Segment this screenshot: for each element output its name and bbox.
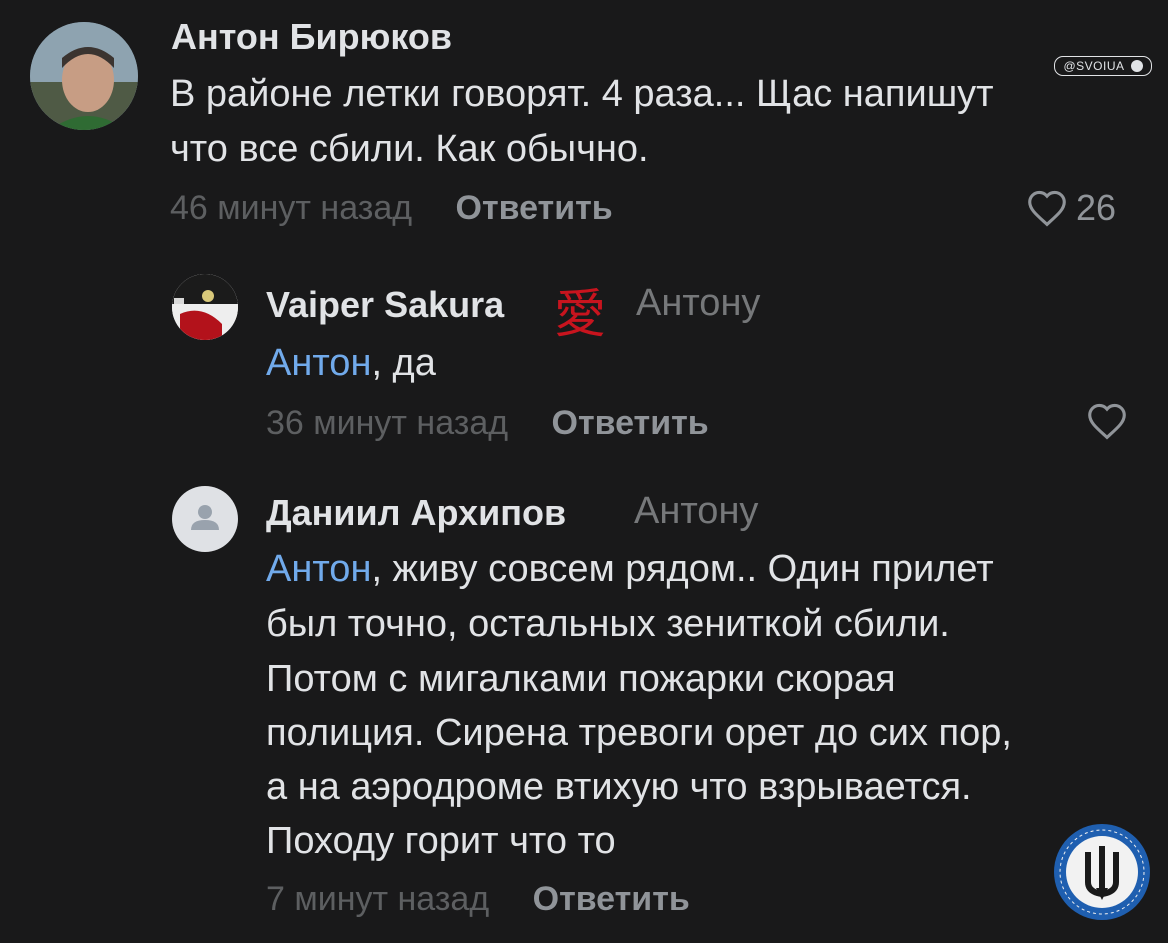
user-placeholder-icon (191, 505, 219, 530)
reply-button[interactable]: Ответить (552, 404, 709, 442)
like-button[interactable] (1086, 402, 1128, 440)
comment-text: , живу совсем рядом.. Один прилет (371, 548, 994, 590)
reply-comment-item: Vaiper Sakura 愛 Антону Антон, да 36 мину… (0, 260, 1168, 460)
avatar[interactable] (172, 274, 238, 340)
watermark-text: @SVOIUA (1063, 59, 1125, 73)
mention-link[interactable]: Антон (266, 548, 371, 590)
comment-text-line: Антон, живу совсем рядом.. Один прилет (266, 548, 994, 591)
comment-text-line: В районе летки говорят. 4 раза... Щас на… (170, 73, 994, 115)
comment-text-line: Антон, да (266, 342, 436, 385)
comment-text-line: полиция. Сирена тревоги орет до сих пор, (266, 712, 1012, 754)
timestamp: 46 минут назад (170, 189, 413, 227)
trident-logo (1052, 822, 1152, 922)
reply-button[interactable]: Ответить (533, 880, 690, 918)
avatar-photo (172, 274, 238, 340)
trident-logo-icon (1054, 824, 1150, 920)
comment-text-line: Походу горит что то (266, 820, 616, 862)
comment-text-line: Потом с мигалками пожарки скорая (266, 658, 896, 700)
telegram-icon (1130, 60, 1143, 72)
comment-meta: 46 минут назад Ответить (170, 189, 613, 228)
author-name[interactable]: Даниил Архипов (266, 492, 566, 534)
comment-text-line: а на аэродроме втихую что взрывается. (266, 766, 972, 808)
reply-comment-item: Даниил Архипов Антону Антон, живу совсем… (0, 470, 1168, 943)
comment-item: Антон Бирюков В районе летки говорят. 4 … (0, 0, 1168, 240)
comment-meta: 36 минут назад Ответить (266, 404, 709, 443)
comment-text-line: что все сбили. Как обычно. (170, 128, 649, 170)
reply-to-label[interactable]: Антону (634, 490, 758, 533)
like-button[interactable]: 26 (1026, 187, 1116, 229)
timestamp: 7 минут назад (266, 880, 490, 918)
comment-text: , да (371, 342, 436, 384)
avatar-photo (30, 22, 138, 130)
heart-icon (1028, 190, 1066, 227)
heart-kanji-emoji: 愛 (554, 285, 607, 345)
reply-to-label[interactable]: Антону (636, 282, 760, 325)
like-count: 26 (1076, 187, 1117, 228)
watermark-badge: @SVOIUA (1054, 56, 1152, 76)
mention-link[interactable]: Антон (266, 342, 371, 384)
comment-meta: 7 минут назад Ответить (266, 880, 690, 919)
timestamp: 36 минут назад (266, 404, 509, 442)
comment-text-line: был точно, остальных зениткой сбили. (266, 603, 950, 645)
author-name[interactable]: Антон Бирюков (171, 16, 452, 58)
avatar[interactable] (172, 486, 238, 552)
reply-button[interactable]: Ответить (456, 189, 613, 227)
heart-icon (1088, 403, 1126, 440)
author-name[interactable]: Vaiper Sakura (266, 284, 504, 326)
avatar[interactable] (30, 22, 138, 130)
